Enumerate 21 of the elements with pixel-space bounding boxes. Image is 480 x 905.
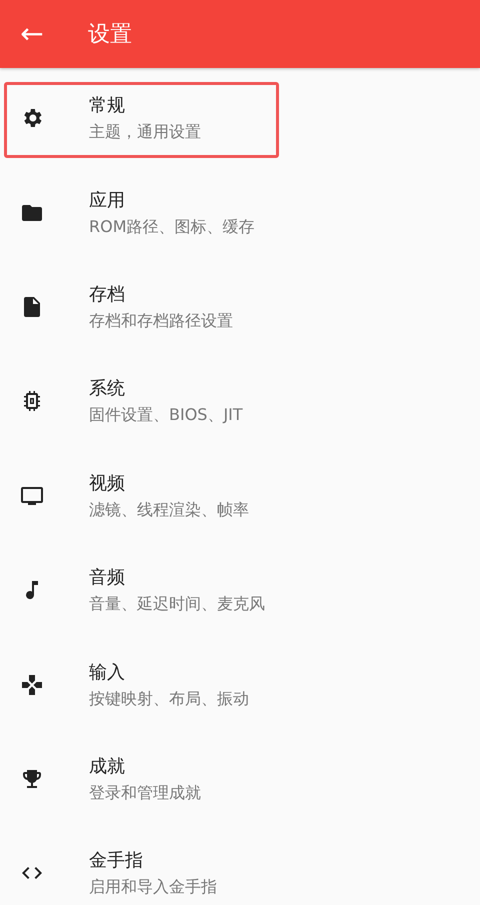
item-title[interactable]: 应用: [89, 188, 255, 212]
item-description: 主题，通用设置: [89, 122, 201, 144]
back-button[interactable]: ←: [0, 20, 64, 48]
item-title[interactable]: 成就: [89, 754, 201, 778]
item-description: ROM路径、图标、缓存: [89, 216, 255, 238]
item-title[interactable]: 输入: [89, 660, 249, 684]
item-description: 固件设置、BIOS、JIT: [89, 405, 243, 426]
item-description: 登录和管理成就: [89, 782, 201, 804]
item-description: 按键映射、布局、振动: [89, 688, 249, 710]
item-description: 存档和存档路径设置: [89, 310, 233, 332]
item-title[interactable]: 常规: [89, 93, 201, 118]
item-description: 滤镜、线程渲染、帧率: [89, 500, 249, 521]
gamepad-icon: [20, 672, 44, 697]
item-description: 音量、延迟时间、麦克风: [89, 594, 265, 616]
item-description: 启用和导入金手指: [89, 877, 217, 898]
item-title[interactable]: 音频: [89, 565, 265, 590]
item-title[interactable]: 视频: [89, 470, 249, 495]
item-title[interactable]: 存档: [89, 282, 233, 306]
item-title[interactable]: 系统: [89, 376, 243, 400]
page-title: 设置: [88, 21, 132, 49]
item-title[interactable]: 金手指: [89, 848, 217, 872]
